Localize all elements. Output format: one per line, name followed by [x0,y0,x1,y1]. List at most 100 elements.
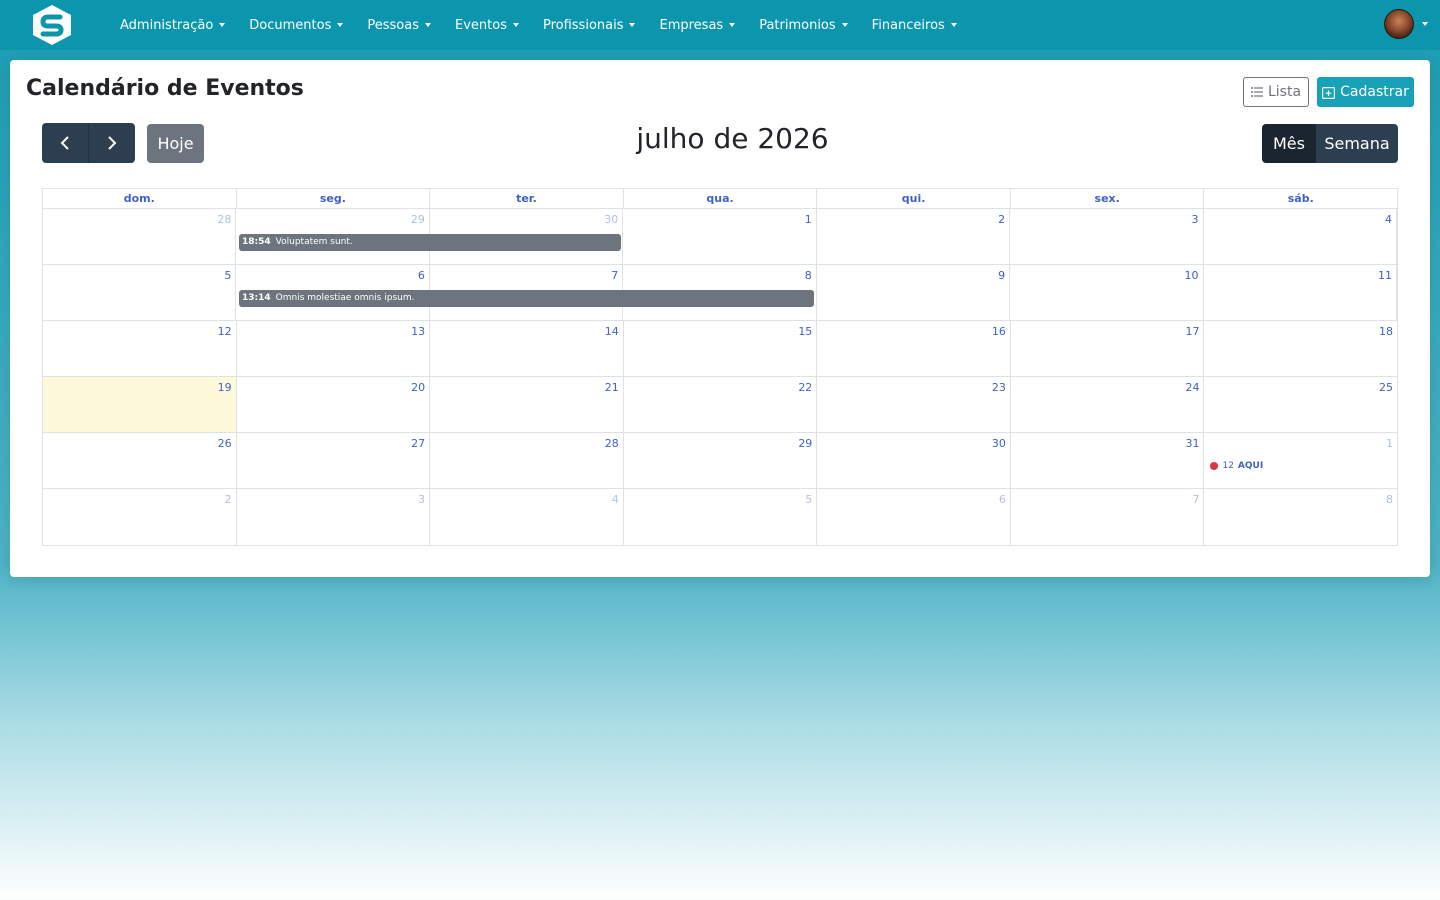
create-event-button[interactable]: Cadastrar [1317,77,1414,107]
day-number[interactable]: 7 [611,269,618,282]
day-cell[interactable]: 12 [43,321,237,376]
day-number[interactable]: 30 [992,437,1006,450]
day-cell[interactable]: 30 [817,433,1011,488]
day-number[interactable]: 6 [418,269,425,282]
day-number[interactable]: 22 [798,381,812,394]
day-cell[interactable]: 20 [237,377,431,432]
day-cell[interactable]: 3 [1010,209,1204,264]
day-cell[interactable]: 4 [430,489,624,545]
day-number[interactable]: 11 [1378,269,1392,282]
day-cell[interactable]: 9 [817,265,1011,320]
day-number[interactable]: 10 [1185,269,1199,282]
day-cell[interactable]: 15 [624,321,818,376]
day-number[interactable]: 2 [998,213,1005,226]
day-cell[interactable]: 29 [624,433,818,488]
day-number[interactable]: 3 [418,493,425,506]
menu-eventos[interactable]: Eventos [455,18,519,33]
week-view-button[interactable]: Semana [1316,124,1398,163]
day-number[interactable]: 15 [798,325,812,338]
day-number[interactable]: 8 [805,269,812,282]
day-number[interactable]: 21 [605,381,619,394]
day-number[interactable]: 28 [217,213,231,226]
day-number[interactable]: 18 [1379,325,1393,338]
day-number[interactable]: 25 [1379,381,1393,394]
day-cell[interactable]: 4 [1204,209,1397,264]
day-number[interactable]: 27 [411,437,425,450]
day-cell[interactable]: 11 [1204,265,1397,320]
day-number[interactable]: 20 [411,381,425,394]
day-number[interactable]: 24 [1185,381,1199,394]
day-number[interactable]: 1 [805,213,812,226]
day-number[interactable]: 13 [411,325,425,338]
day-cell[interactable]: 26 [43,433,237,488]
day-number[interactable]: 4 [612,493,619,506]
day-number[interactable]: 17 [1185,325,1199,338]
day-cell[interactable]: 3 [237,489,431,545]
menu-pessoas[interactable]: Pessoas [367,18,431,33]
day-cell[interactable]: 2 [43,489,237,545]
day-number[interactable]: 3 [1192,213,1199,226]
day-cell[interactable]: 18 [1204,321,1397,376]
day-number[interactable]: 31 [1185,437,1199,450]
avatar[interactable] [1384,9,1414,39]
day-number[interactable]: 28 [605,437,619,450]
calendar-event[interactable]: 18:54 Voluptatem sunt. [239,234,621,251]
menu-administracao[interactable]: Administração [120,17,226,33]
day-cell[interactable]: 5 [43,265,237,320]
day-number[interactable]: 29 [411,213,425,226]
day-cell[interactable]: 27 [237,433,431,488]
day-number[interactable]: 30 [604,213,618,226]
day-number[interactable]: 5 [224,269,231,282]
day-cell[interactable]: 22 [624,377,818,432]
day-cell[interactable]: 28 [430,433,624,488]
day-cell[interactable]: 6 [817,489,1011,545]
day-number[interactable]: 4 [1385,213,1392,226]
day-cell[interactable]: 2 [817,209,1011,264]
day-cell[interactable]: 17 [1011,321,1205,376]
menu-documentos[interactable]: Documentos [249,17,344,33]
week-row: 26 27 28 29 30 31 1 12 AQUI [43,433,1397,489]
menu-financeiros[interactable]: Financeiros [872,18,957,33]
day-cell[interactable]: 21 [430,377,624,432]
day-cell[interactable]: 10 [1010,265,1204,320]
menu-label: Administração [120,17,214,33]
day-number[interactable]: 26 [218,437,232,450]
day-number[interactable]: 19 [218,381,232,394]
day-cell[interactable]: 13 [237,321,431,376]
day-cell[interactable]: 1 12 AQUI [1204,433,1397,488]
day-cell-today[interactable]: 19 [43,377,237,432]
day-number[interactable]: 2 [225,493,232,506]
user-menu[interactable] [1384,9,1428,39]
day-number[interactable]: 23 [992,381,1006,394]
day-number[interactable]: 8 [1386,493,1393,506]
day-number[interactable]: 12 [218,325,232,338]
day-cell[interactable]: 5 [624,489,818,545]
day-number[interactable]: 16 [992,325,1006,338]
day-cell[interactable]: 31 [1011,433,1205,488]
day-cell[interactable]: 25 [1204,377,1397,432]
app-logo-icon[interactable] [30,4,74,46]
day-cell[interactable]: 24 [1011,377,1205,432]
day-cell[interactable]: 28 [43,209,237,264]
day-number[interactable]: 5 [805,493,812,506]
menu-label: Documentos [249,17,332,33]
day-cell[interactable]: 14 [430,321,624,376]
menu-empresas[interactable]: Empresas [659,18,736,33]
menu-profissionais[interactable]: Profissionais [543,18,636,33]
day-cell[interactable]: 8 [1204,489,1397,545]
day-number[interactable]: 7 [1192,493,1199,506]
day-number[interactable]: 1 [1386,437,1393,450]
day-number[interactable]: 6 [999,493,1006,506]
day-cell[interactable]: 1 [623,209,817,264]
month-view-button[interactable]: Mês [1262,124,1316,163]
day-cell[interactable]: 16 [817,321,1011,376]
day-number[interactable]: 9 [998,269,1005,282]
calendar-event[interactable]: 12 AQUI [1210,461,1263,471]
list-view-button[interactable]: Lista [1243,77,1309,107]
day-cell[interactable]: 23 [817,377,1011,432]
menu-patrimonios[interactable]: Patrimonios [759,18,848,33]
day-cell[interactable]: 7 [1011,489,1205,545]
day-number[interactable]: 14 [605,325,619,338]
calendar-event[interactable]: 13:14 Omnis molestiae omnis ipsum. [239,290,814,307]
day-number[interactable]: 29 [798,437,812,450]
